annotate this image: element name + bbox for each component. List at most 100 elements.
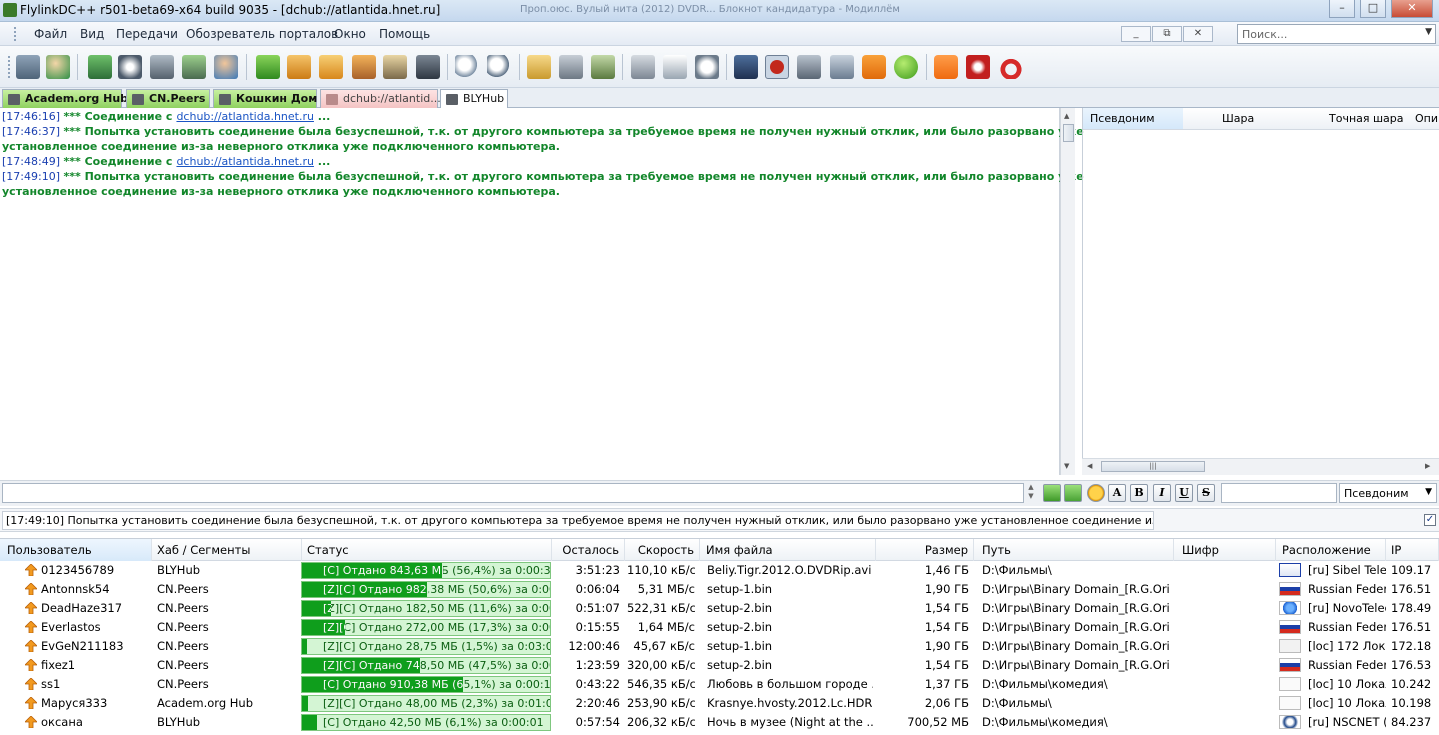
finished-uploads-icon[interactable] [383, 55, 407, 79]
queue-icon[interactable] [150, 55, 174, 79]
nick-filter-input[interactable] [1221, 483, 1337, 503]
menu-help[interactable]: Помощь [379, 27, 430, 41]
reconnect-icon[interactable] [118, 55, 142, 79]
strikethrough-button[interactable]: S [1197, 484, 1215, 502]
tab-academ-org-hub[interactable]: Academ.org Hub [2, 89, 128, 108]
input-spinner[interactable]: ▲ ▼ [1024, 483, 1038, 503]
adl-search-icon[interactable] [487, 55, 511, 79]
scroll-thumb[interactable] [1063, 124, 1074, 142]
blogger-icon[interactable] [934, 55, 958, 79]
user-away-icon[interactable] [734, 55, 758, 79]
menu-transfers[interactable]: Передачи [116, 27, 178, 41]
table-row[interactable]: Маруся333 Academ.org Hub [Z][C] Отдано 48,… [0, 694, 1439, 713]
scroll-down-icon[interactable]: ▼ [1064, 462, 1069, 470]
col-cipher[interactable]: Шифр [1174, 539, 1276, 561]
download-icon[interactable] [256, 55, 280, 79]
font-color-icon[interactable]: A [1108, 484, 1126, 502]
col-exact-share[interactable]: Точная шара [1329, 112, 1404, 125]
finished-downloads-icon[interactable] [182, 55, 206, 79]
table-row[interactable]: 0123456789 BLYHub [C] Отдано 843,63 МБ (56… [0, 561, 1439, 580]
menu-window[interactable]: Окно [334, 27, 366, 41]
table-row[interactable]: DeadHaze317 CN.Peers [Z][C] Отдано 182,50 … [0, 599, 1439, 618]
col-ip[interactable]: IP [1386, 539, 1439, 561]
col-status[interactable]: Статус [302, 539, 552, 561]
maximize-button[interactable]: □ [1360, 0, 1386, 18]
file-list-icon[interactable] [527, 55, 551, 79]
terminals-icon[interactable] [797, 55, 821, 79]
rss-icon[interactable] [862, 55, 886, 79]
user-list-hscrollbar[interactable]: ◀ ||| ▶ [1082, 458, 1439, 475]
scroll-right-icon[interactable]: ▶ [1425, 462, 1430, 470]
clock-icon[interactable] [695, 55, 719, 79]
connect-icon[interactable] [16, 55, 40, 79]
menu-view[interactable]: Вид [80, 27, 104, 41]
user-list[interactable]: Псевдоним Шара Точная шара Опи [1082, 108, 1439, 475]
col-time-left[interactable]: Осталось [552, 539, 625, 561]
hub-link[interactable]: dchub://atlantida.hnet.ru [176, 110, 314, 123]
col-user[interactable]: Пользователь [0, 539, 152, 561]
col-filename[interactable]: Имя файла [700, 539, 876, 561]
upload-arrow-icon[interactable] [1064, 484, 1082, 502]
users-icon[interactable] [214, 55, 238, 79]
col-description[interactable]: Опи [1415, 112, 1438, 125]
col-hub[interactable]: Хаб / Сегменты [152, 539, 302, 561]
notepad-icon[interactable] [559, 55, 583, 79]
col-nick[interactable]: Псевдоним [1090, 112, 1155, 125]
nick-filter-select[interactable]: Псевдоним ▼ [1339, 483, 1437, 503]
tab-cn-peers[interactable]: CN.Peers [126, 89, 210, 108]
public-hubs-icon[interactable] [46, 55, 70, 79]
limiter-icon[interactable] [765, 55, 789, 79]
col-path[interactable]: Путь [974, 539, 1174, 561]
magnet-icon[interactable] [999, 55, 1023, 79]
table-row[interactable]: Everlastos CN.Peers [Z][C] Отдано 272,00 М… [0, 618, 1439, 637]
menu-portal-browser[interactable]: Обозреватель порталов [186, 27, 338, 41]
minimize-button[interactable]: – [1329, 0, 1355, 18]
col-speed[interactable]: Скорость [625, 539, 700, 561]
transfers-panel[interactable]: Пользователь Хаб / Сегменты Статус Остал… [0, 538, 1439, 735]
underline-button[interactable]: U [1175, 484, 1193, 502]
mdi-restore-button[interactable]: ⧉ [1152, 26, 1182, 42]
keyboard-icon[interactable] [631, 55, 655, 79]
scroll-left-icon[interactable]: ◀ [1087, 462, 1092, 470]
italic-button[interactable]: I [1153, 484, 1171, 502]
edit-icon[interactable] [663, 55, 687, 79]
col-size[interactable]: Размер [876, 539, 974, 561]
table-row[interactable]: оксана BLYHub [C] Отдано 42,50 МБ (6,1%) з… [0, 713, 1439, 732]
table-row[interactable]: fixez1 CN.Peers [Z][C] Отдано 748,50 МБ (4… [0, 656, 1439, 675]
status-checkbox[interactable]: ✓ [1424, 514, 1436, 526]
send-icon[interactable] [1043, 484, 1061, 502]
tab-koshkin-dom[interactable]: Кошкин Дом [213, 89, 317, 108]
search-combobox[interactable]: Поиск... ▼ [1237, 24, 1436, 44]
message-input[interactable] [2, 483, 1024, 503]
download-queue-icon[interactable] [287, 55, 311, 79]
col-location[interactable]: Расположение [1276, 539, 1386, 561]
chevron-down-icon[interactable]: ▼ [1425, 27, 1432, 37]
chat-scrollbar[interactable]: ▲ ▼ [1060, 108, 1075, 475]
hammer-sickle-icon[interactable] [966, 55, 990, 79]
status-online-icon[interactable] [894, 55, 918, 79]
close-window-button[interactable]: ✕ [1391, 0, 1433, 18]
scroll-up-icon[interactable]: ▲ [1064, 112, 1069, 120]
mdi-close-button[interactable]: ✕ [1183, 26, 1213, 42]
network-icon[interactable] [830, 55, 854, 79]
menu-file[interactable]: Файл [34, 27, 67, 41]
table-row[interactable]: ss1 CN.Peers [C] Отдано 910,38 МБ (65,1%) … [0, 675, 1439, 694]
favorites-icon[interactable] [88, 55, 112, 79]
mdi-minimize-button[interactable]: _ [1121, 26, 1151, 42]
emoticon-icon[interactable] [1087, 484, 1105, 502]
table-row[interactable]: EvGeN211183 CN.Peers [Z][C] Отдано 28,75 М… [0, 637, 1439, 656]
search-icon[interactable] [455, 55, 479, 79]
chat-log[interactable]: [17:46:16] *** Соединение с dchub://atlan… [0, 108, 1084, 475]
col-share[interactable]: Шара [1222, 112, 1254, 125]
tab-blyhub[interactable]: BLYHub [440, 89, 508, 108]
table-row[interactable]: Antonnsk54 CN.Peers [Z][C] Отдано 982,38 М… [0, 580, 1439, 599]
chevron-down-icon[interactable]: ▼ [1425, 487, 1432, 497]
tab-dchub-atlantida[interactable]: dchub://atlantid... [320, 89, 441, 108]
refresh-share-icon[interactable] [591, 55, 615, 79]
upload-queue-icon[interactable] [352, 55, 376, 79]
scroll-thumb[interactable]: ||| [1101, 461, 1205, 472]
network-stats-icon[interactable] [416, 55, 440, 79]
upload-icon[interactable] [319, 55, 343, 79]
bold-button[interactable]: B [1130, 484, 1148, 502]
hub-link[interactable]: dchub://atlantida.hnet.ru [176, 155, 314, 168]
